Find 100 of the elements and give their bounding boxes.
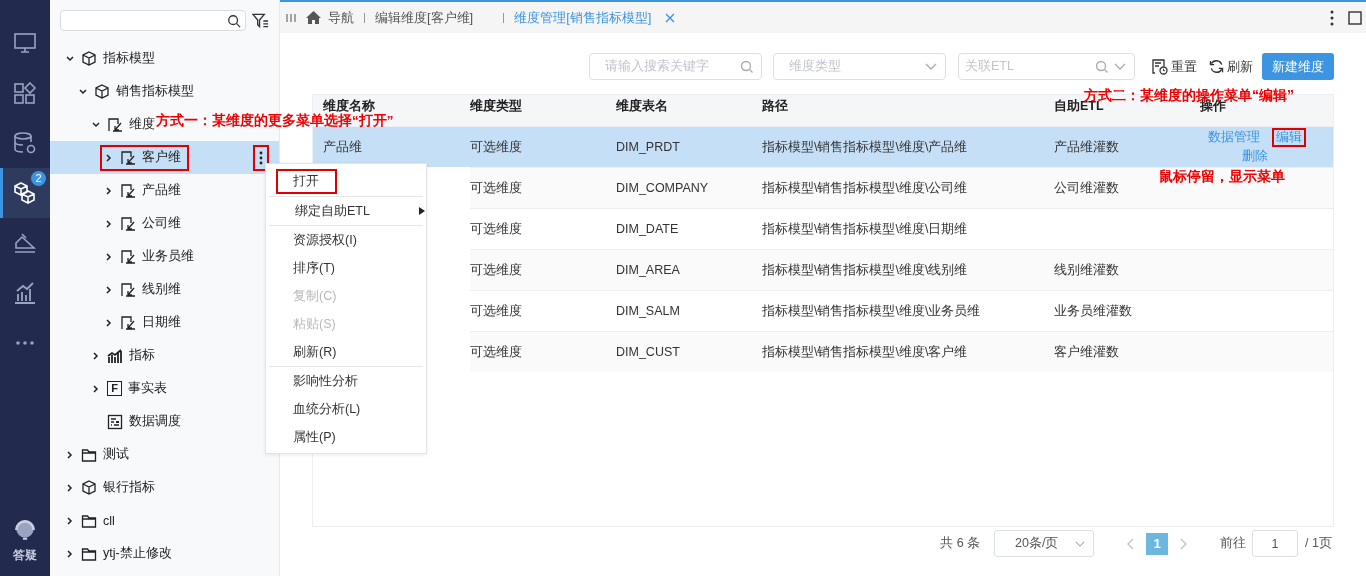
- dimension-icon: [120, 149, 136, 166]
- table-cell-text: 产品维灌数: [1054, 138, 1120, 156]
- tree-item[interactable]: F 事实表: [50, 372, 169, 405]
- tree-item[interactable]: 业务员维: [50, 240, 196, 273]
- filter-icon[interactable]: [252, 11, 269, 30]
- folder-icon: [81, 545, 97, 562]
- tree-item[interactable]: ytj-禁止修改: [50, 537, 174, 570]
- table-cell-text: 指标模型\销售指标模型\维度\产品维: [762, 138, 969, 156]
- tree-item[interactable]: 公司维: [50, 207, 183, 240]
- tree-item[interactable]: 银行指标: [50, 471, 157, 504]
- chevron-right-icon[interactable]: [65, 515, 75, 526]
- table-cell-text: 线别维灌数: [1054, 261, 1120, 279]
- tree-label: 指标: [129, 347, 155, 364]
- chevron-down-icon[interactable]: [91, 119, 101, 130]
- page-count: / 1页: [1305, 535, 1332, 552]
- tree-item[interactable]: 客户维: [50, 141, 279, 174]
- search-field[interactable]: [60, 10, 246, 31]
- cube-icon: [94, 83, 110, 100]
- dimension-icon: [120, 314, 136, 331]
- dimension-icon: [120, 182, 136, 199]
- table-row[interactable]: 可选维度 DIM_AREA 指标模型\销售指标模型\维度\线别维 线别维灌数: [470, 249, 1333, 290]
- folder-icon: [81, 446, 97, 463]
- menu-item[interactable]: 资源授权(I): [266, 226, 426, 254]
- folder-icon: [81, 512, 97, 529]
- tree-item[interactable]: 数据调度: [50, 405, 183, 438]
- chevron-right-icon[interactable]: [91, 350, 101, 361]
- headset-icon[interactable]: [12, 517, 38, 543]
- column-header: 路径: [762, 99, 788, 114]
- apps-icon: [13, 81, 37, 105]
- tree-label: 银行指标: [103, 479, 155, 496]
- search-icon: [1095, 60, 1108, 73]
- tab[interactable]: 导航: [297, 8, 362, 27]
- total-count: 共 6 条: [940, 535, 981, 552]
- table-row[interactable]: 可选维度 DIM_CUST 指标模型\销售指标模型\维度\客户维 客户维灌数: [470, 331, 1333, 372]
- tree-label: 指标模型: [103, 50, 155, 67]
- table-cell-text: 指标模型\销售指标模型\维度\公司维: [762, 179, 969, 197]
- chevron-right-icon[interactable]: [65, 482, 75, 493]
- tab[interactable]: 编辑维度[客户维]: [367, 8, 482, 27]
- fact-table-icon: F: [107, 381, 122, 396]
- tree-item[interactable]: 维度: [50, 108, 157, 141]
- table-cell-text: 可选维度: [470, 302, 523, 320]
- tree-item[interactable]: cll: [50, 504, 117, 537]
- table-cell-text: 指标模型\销售指标模型\维度\线别维: [762, 261, 969, 279]
- tree-label: 销售指标模型: [116, 83, 194, 100]
- tree-label: 测试: [103, 446, 129, 463]
- tree-item[interactable]: 产品维: [50, 174, 183, 207]
- column-header: 维度类型: [470, 99, 522, 114]
- chevron-down-icon[interactable]: [65, 53, 75, 64]
- close-icon[interactable]: [665, 12, 676, 23]
- cubes-icon: [13, 181, 37, 205]
- more-icon[interactable]: [1330, 9, 1334, 26]
- tree-item[interactable]: 测试: [50, 438, 131, 471]
- chevron-down-icon: [1114, 63, 1126, 70]
- menu-item[interactable]: 排序(T): [266, 254, 426, 282]
- page-input[interactable]: 1: [1252, 530, 1299, 557]
- table-cell-text: 业务员维灌数: [1054, 302, 1133, 320]
- caret-icon: [419, 207, 425, 215]
- table-cell-text: DIM_AREA: [616, 263, 681, 277]
- chevron-right-icon[interactable]: [104, 152, 114, 163]
- chevron-right-icon[interactable]: [65, 449, 75, 460]
- tree-item[interactable]: 指标模型: [50, 42, 157, 75]
- reset-icon: [1152, 58, 1168, 75]
- refresh-icon: [1209, 59, 1224, 74]
- menu-item[interactable]: 血统分析(L): [266, 395, 426, 423]
- help-label[interactable]: 答疑: [13, 547, 37, 564]
- table-cell-text: 指标模型\销售指标模型\维度\客户维: [762, 343, 969, 361]
- menu-item[interactable]: 属性(P): [266, 423, 426, 451]
- menu-item[interactable]: 打开: [266, 166, 426, 196]
- tree-item[interactable]: 销售指标模型: [50, 75, 196, 108]
- home-icon: [305, 10, 322, 25]
- tree-label: 日期维: [142, 314, 181, 331]
- ramp-icon: [13, 231, 37, 255]
- bar-chart-icon: [13, 281, 37, 305]
- chevron-down-icon[interactable]: [78, 86, 88, 97]
- schedule-icon: [107, 413, 123, 430]
- tree-label: 维度: [129, 116, 155, 133]
- search-icon: [740, 60, 753, 73]
- search-icon: [227, 13, 241, 28]
- chevron-right-icon[interactable]: [104, 317, 114, 328]
- column-header: 维度表名: [616, 99, 668, 114]
- tree-item[interactable]: 指标: [50, 339, 157, 372]
- reset-button[interactable]: 重置: [1149, 53, 1200, 80]
- tree-item[interactable]: 日期维: [50, 306, 183, 339]
- chevron-right-icon[interactable]: [104, 284, 114, 295]
- chevron-right-icon[interactable]: [65, 548, 75, 559]
- chevron-right-icon[interactable]: [104, 185, 114, 196]
- table-cell-text: 公司维灌数: [1054, 179, 1120, 197]
- menu-item[interactable]: 刷新(R): [266, 338, 426, 366]
- tree-item[interactable]: 线别维: [50, 273, 183, 306]
- chevron-right-icon[interactable]: [104, 218, 114, 229]
- monitor-icon: [13, 31, 37, 55]
- refresh-button[interactable]: 刷新: [1206, 53, 1256, 80]
- more-icon: [16, 341, 34, 345]
- chevron-right-icon[interactable]: [91, 383, 101, 394]
- page-size-dropdown[interactable]: 20条/页: [994, 530, 1095, 557]
- menu-item[interactable]: 绑定自助ETL: [266, 197, 426, 225]
- menu-item[interactable]: 影响性分析: [266, 367, 426, 395]
- maximize-icon[interactable]: [1348, 10, 1362, 25]
- table-cell-text: DIM_COMPANY: [616, 181, 710, 195]
- chevron-right-icon[interactable]: [104, 251, 114, 262]
